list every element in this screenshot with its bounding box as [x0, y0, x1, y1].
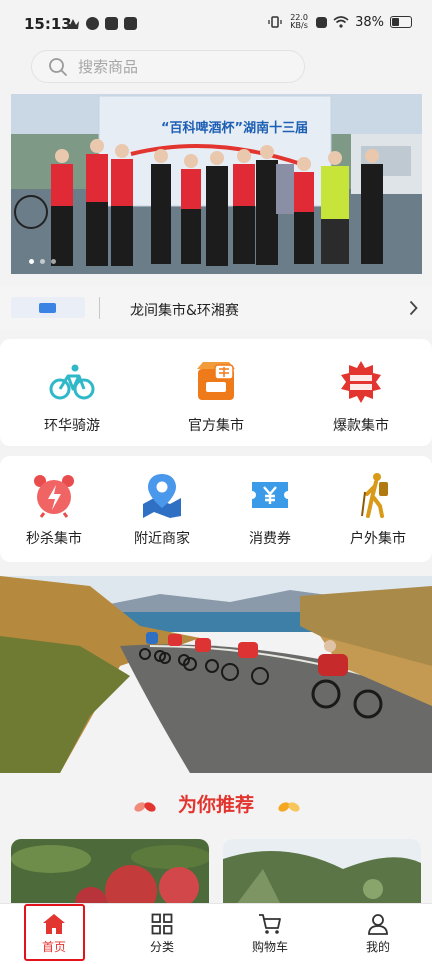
user-icon: [368, 914, 388, 935]
category-label: 秒杀集市: [26, 531, 82, 547]
notice-divider: [99, 297, 100, 319]
play-app-icon: [105, 17, 118, 30]
product-card[interactable]: [11, 839, 209, 909]
category-label: 消费券: [249, 531, 291, 547]
sim-off-icon: [316, 16, 328, 28]
product-card[interactable]: [223, 839, 421, 909]
nav-label: 分类: [149, 940, 174, 954]
battery-percent: 38%: [355, 14, 384, 30]
status-time: 15:13: [24, 15, 72, 33]
banner-dot[interactable]: [51, 259, 56, 264]
nav-category[interactable]: 分类: [108, 904, 216, 964]
nav-cart[interactable]: 购物车: [216, 904, 324, 964]
category-cycling-tour[interactable]: 环华骑游: [18, 359, 126, 435]
cart-icon: [259, 914, 281, 934]
category-nearby-merchants[interactable]: 附近商家: [108, 472, 216, 548]
nav-label: 购物车: [251, 940, 288, 954]
category-label: 环华骑游: [44, 418, 100, 434]
notice-tag: [11, 297, 85, 318]
crown-icon: [67, 18, 79, 29]
category-hot-market[interactable]: 爆款集市: [307, 359, 415, 435]
message-app-icon: [124, 17, 137, 30]
recommend-title: 为你推荐: [177, 794, 254, 816]
nav-home-highlight-box: [24, 904, 85, 961]
category-card-secondary: 秒杀集市 附近商家 消费券 户外集市: [0, 456, 432, 562]
coupon-icon: [252, 482, 288, 508]
category-flash-sale[interactable]: 秒杀集市: [0, 472, 108, 548]
chevron-right-icon[interactable]: [409, 300, 418, 316]
location-pin-icon: [143, 474, 181, 518]
category-vouchers[interactable]: 消费券: [216, 472, 324, 548]
category-label: 户外集市: [350, 531, 406, 547]
banner-dot[interactable]: [29, 259, 34, 264]
notice-text: 龙间集市&环湘赛: [130, 303, 239, 319]
bicycle-icon: [49, 364, 95, 400]
search-input[interactable]: [78, 57, 278, 76]
hiker-icon: [361, 473, 388, 518]
nav-profile[interactable]: 我的: [324, 904, 432, 964]
alarm-clock-icon: [34, 475, 74, 518]
wifi-icon: [333, 16, 349, 28]
vibrate-icon: [268, 16, 282, 28]
leaf-decoration-icon: [278, 802, 300, 812]
banner-title: “百科啤酒杯”湖南十三届: [161, 121, 309, 136]
category-card-primary: 环华骑游 官方集市 爆款集市: [0, 339, 432, 446]
official-shop-icon: [197, 362, 235, 400]
category-label: 附近商家: [134, 531, 190, 547]
network-speed: 22.0 KB/s: [288, 14, 310, 30]
category-label: 爆款集市: [333, 418, 389, 434]
battery-icon: [390, 16, 412, 28]
search-icon: [49, 57, 67, 76]
banner-pagination: [29, 259, 56, 264]
product-image-apples: [11, 839, 209, 909]
network-speed-unit: KB/s: [290, 21, 308, 30]
system-indicators: 22.0 KB/s 38%: [268, 14, 412, 30]
product-image-orchard: [223, 839, 421, 909]
check-badge-icon: [86, 17, 99, 30]
hot-deal-badge-icon: [341, 361, 381, 403]
recommend-header: 为你推荐: [0, 790, 432, 817]
promo-image: [0, 576, 432, 773]
notification-icons: [66, 17, 137, 30]
promo-banner-cycling[interactable]: [0, 576, 432, 773]
category-grid-icon: [151, 913, 173, 935]
notice-bar[interactable]: 龙间集市&环湘赛: [0, 286, 432, 330]
category-official-market[interactable]: 官方集市: [162, 359, 270, 435]
notice-icon: [39, 303, 56, 313]
category-label: 官方集市: [188, 418, 244, 434]
status-bar: 15:13 22.0 KB/s 38%: [0, 0, 432, 46]
banner-dot[interactable]: [40, 259, 45, 264]
category-outdoor-market[interactable]: 户外集市: [324, 472, 432, 548]
nav-label: 我的: [365, 940, 390, 954]
banner-carousel[interactable]: “百科啤酒杯”湖南十三届: [11, 94, 422, 274]
search-bar[interactable]: [31, 50, 305, 83]
